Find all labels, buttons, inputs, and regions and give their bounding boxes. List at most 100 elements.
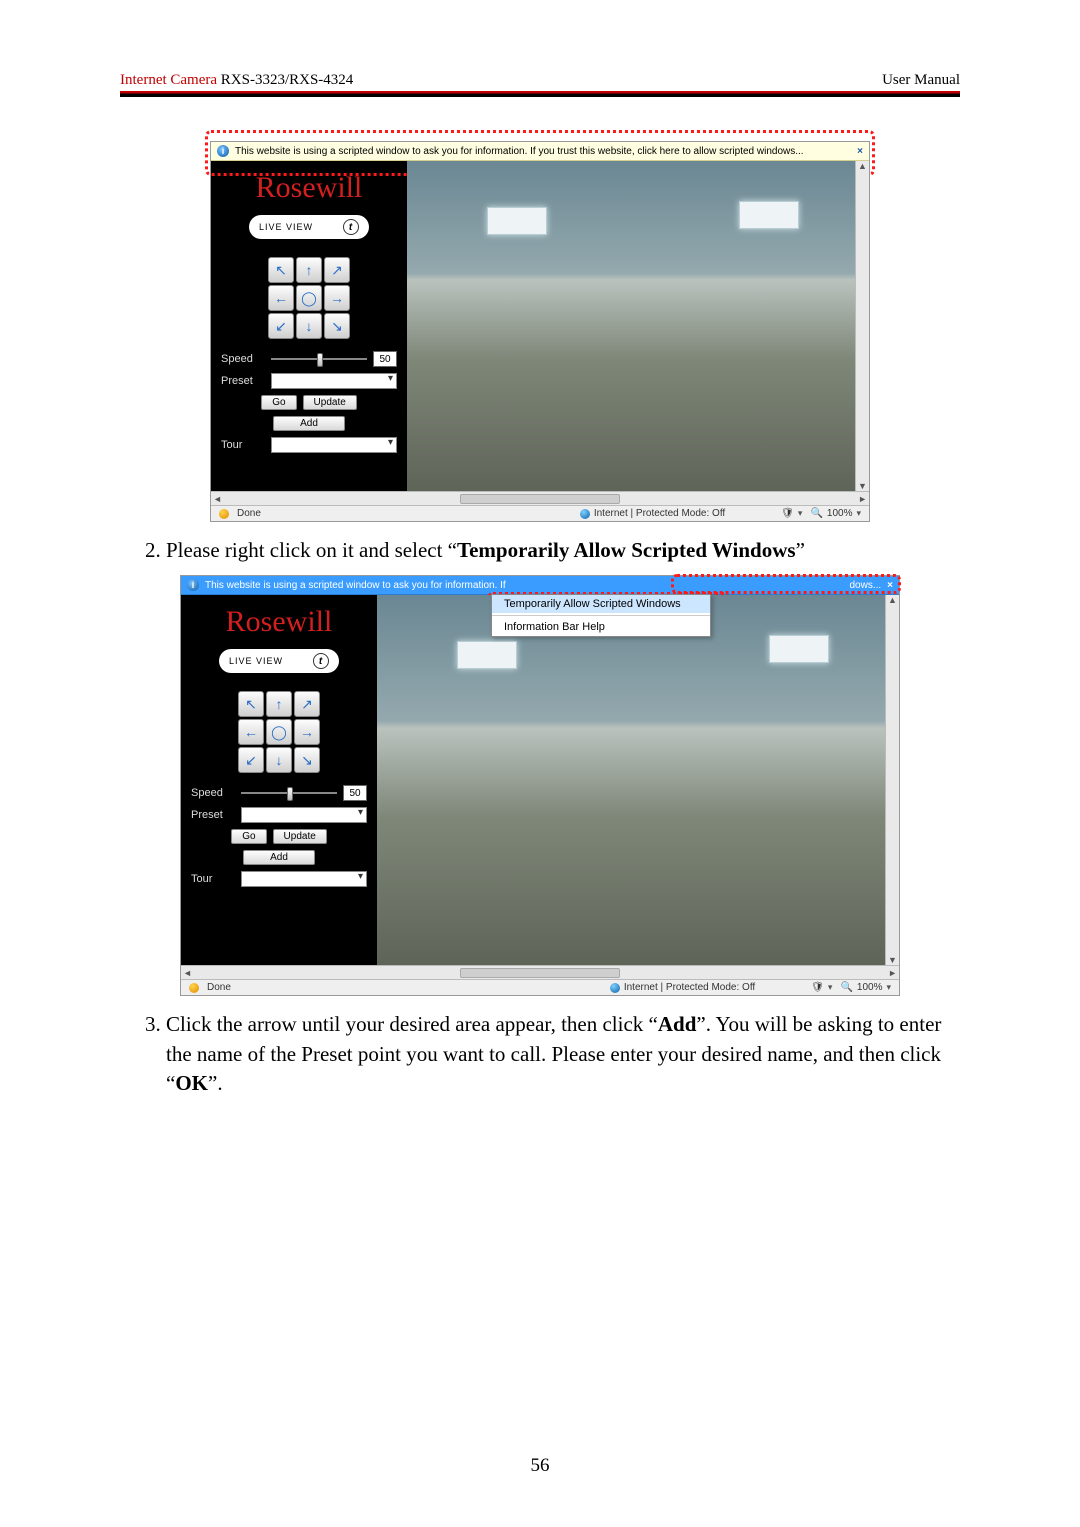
close-icon[interactable]: ×: [857, 146, 863, 157]
speed-slider[interactable]: [241, 792, 337, 794]
zoom-control[interactable]: 🔍 100% ▾: [840, 982, 891, 993]
speed-slider[interactable]: [271, 358, 367, 360]
update-button[interactable]: Update: [273, 829, 327, 844]
camera-ui: Rosewill LIVE VIEW t ↖ ↑ ↗ ← ◯ → ↙ ↓ ↘: [211, 161, 869, 491]
update-button[interactable]: Update: [303, 395, 357, 410]
close-icon[interactable]: ×: [887, 580, 893, 591]
product-prefix: Internet Camera: [120, 72, 221, 88]
status-done: Done: [207, 982, 231, 993]
ptz-up-left[interactable]: ↖: [238, 691, 264, 717]
security-zone: Internet | Protected Mode: Off: [624, 982, 755, 993]
speed-value: 50: [343, 785, 367, 801]
vertical-scrollbar[interactable]: [885, 595, 899, 965]
step-2-text-pre: Please right click on it and select “: [166, 538, 457, 562]
ceiling-light: [487, 207, 547, 235]
ceiling-light: [739, 201, 799, 229]
protected-mode-dd[interactable]: 🛡 ▾: [781, 508, 802, 519]
preset-dropdown[interactable]: [271, 373, 397, 389]
go-button[interactable]: Go: [231, 829, 266, 844]
step-3-add: Add: [658, 1012, 697, 1036]
menu-item-info-bar-help[interactable]: Information Bar Help: [492, 618, 710, 636]
ptz-down-right[interactable]: ↘: [294, 747, 320, 773]
refresh-icon[interactable]: t: [343, 219, 359, 235]
ptz-down[interactable]: ↓: [296, 313, 322, 339]
live-view-label: LIVE VIEW: [229, 656, 283, 666]
info-icon: i: [217, 145, 229, 157]
ptz-home[interactable]: ◯: [266, 719, 292, 745]
info-icon: i: [187, 579, 199, 591]
header-rule: [120, 91, 960, 97]
ceiling-light: [457, 641, 517, 669]
done-icon: [189, 983, 199, 993]
zoom-value: 100%: [827, 508, 853, 519]
tour-row: Tour: [221, 437, 397, 453]
tour-row: Tour: [191, 871, 367, 887]
step-2-bold: Temporarily Allow Scripted Windows: [457, 538, 796, 562]
zoom-control[interactable]: 🔍 100% ▾: [810, 508, 861, 519]
globe-icon: [610, 983, 620, 993]
ptz-down-left[interactable]: ↙: [268, 313, 294, 339]
infobar-trailing: dows...: [849, 580, 881, 591]
step-2: Please right click on it and select “Tem…: [166, 536, 960, 565]
refresh-icon[interactable]: t: [313, 653, 329, 669]
done-icon: [219, 509, 229, 519]
preset-dropdown[interactable]: [241, 807, 367, 823]
ptz-right[interactable]: →: [324, 285, 350, 311]
preset-label: Preset: [221, 375, 265, 387]
zoom-value: 100%: [857, 982, 883, 993]
ptz-up-right[interactable]: ↗: [294, 691, 320, 717]
add-button[interactable]: Add: [243, 850, 315, 865]
ptz-grid: ↖ ↑ ↗ ← ◯ → ↙ ↓ ↘: [238, 691, 320, 773]
add-button[interactable]: Add: [273, 416, 345, 431]
instruction-list-cont: Click the arrow until your desired area …: [166, 1010, 960, 1098]
protected-mode-dd[interactable]: 🛡 ▾: [811, 982, 832, 993]
instruction-list: Please right click on it and select “Tem…: [166, 536, 960, 565]
menu-separator: [492, 615, 710, 616]
page-number: 56: [0, 1455, 1080, 1477]
horizontal-scrollbar[interactable]: ◄►: [211, 491, 869, 505]
infobar-text: This website is using a scripted window …: [235, 146, 804, 157]
step-3-c: ”.: [208, 1071, 223, 1095]
ptz-home[interactable]: ◯: [296, 285, 322, 311]
speed-row: Speed 50: [221, 351, 397, 367]
live-view-pill[interactable]: LIVE VIEW t: [249, 215, 369, 239]
preset-label: Preset: [191, 809, 235, 821]
tour-label: Tour: [221, 439, 265, 451]
ptz-left[interactable]: ←: [238, 719, 264, 745]
ptz-left[interactable]: ←: [268, 285, 294, 311]
globe-icon: [580, 509, 590, 519]
brand-logo: Rosewill: [191, 607, 367, 637]
ptz-down[interactable]: ↓: [266, 747, 292, 773]
tour-dropdown[interactable]: [271, 437, 397, 453]
menu-item-allow-scripted[interactable]: Temporarily Allow Scripted Windows: [492, 595, 710, 613]
header-right: User Manual: [882, 72, 960, 89]
horizontal-scrollbar[interactable]: ◄►: [181, 965, 899, 979]
camera-sidebar: Rosewill LIVE VIEW t ↖ ↑ ↗ ← ◯ → ↙ ↓ ↘: [211, 161, 407, 491]
video-pane: [377, 595, 899, 965]
vertical-scrollbar[interactable]: [855, 161, 869, 491]
ptz-up-left[interactable]: ↖: [268, 257, 294, 283]
ie-info-bar[interactable]: i This website is using a scripted windo…: [211, 142, 869, 161]
speed-row: Speed 50: [191, 785, 367, 801]
ptz-down-right[interactable]: ↘: [324, 313, 350, 339]
ptz-right[interactable]: →: [294, 719, 320, 745]
ie-status-bar: Done Internet | Protected Mode: Off 🛡 ▾ …: [211, 505, 869, 521]
brand-logo: Rosewill: [221, 173, 397, 203]
ptz-down-left[interactable]: ↙: [238, 747, 264, 773]
ptz-up[interactable]: ↑: [266, 691, 292, 717]
tour-dropdown[interactable]: [241, 871, 367, 887]
camera-ui: Rosewill LIVE VIEW t ↖ ↑ ↗ ← ◯ → ↙ ↓ ↘: [181, 595, 899, 965]
tour-label: Tour: [191, 873, 235, 885]
live-view-pill[interactable]: LIVE VIEW t: [219, 649, 339, 673]
go-button[interactable]: Go: [261, 395, 296, 410]
page-header: Internet Camera RXS-3323/RXS-4324 User M…: [120, 72, 960, 91]
header-left: Internet Camera RXS-3323/RXS-4324: [120, 72, 353, 89]
ie-info-bar[interactable]: i This website is using a scripted windo…: [181, 576, 899, 595]
context-menu: Temporarily Allow Scripted Windows Infor…: [491, 594, 711, 637]
step-3: Click the arrow until your desired area …: [166, 1010, 960, 1098]
ptz-up[interactable]: ↑: [296, 257, 322, 283]
infobar-text: This website is using a scripted window …: [205, 580, 506, 591]
preset-row: Preset: [221, 373, 397, 389]
video-pane: [407, 161, 869, 491]
ptz-up-right[interactable]: ↗: [324, 257, 350, 283]
